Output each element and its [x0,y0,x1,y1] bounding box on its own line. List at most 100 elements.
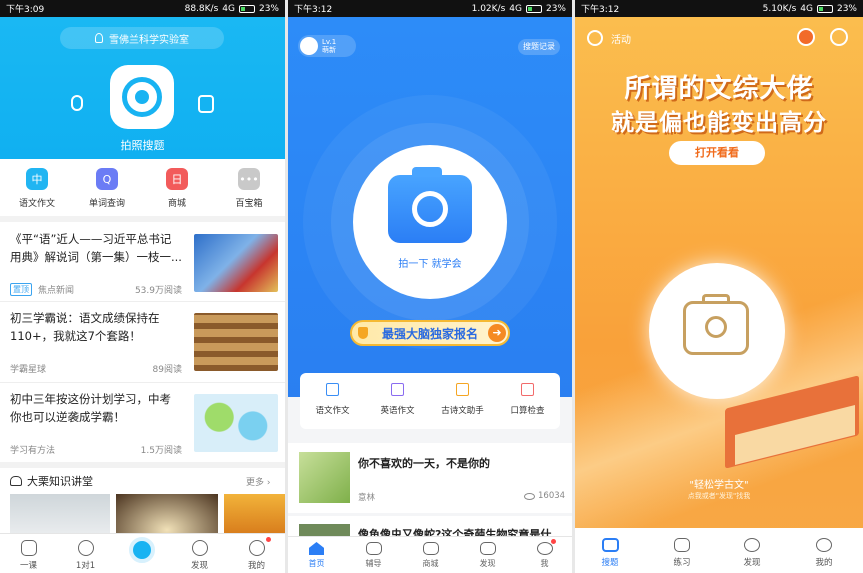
news-source: 学霸星球 [10,365,47,375]
quick-item-words[interactable]: Q 单词查询 [77,168,137,209]
tab-label: 一课 [19,561,37,571]
status-bar: 下午3:12 1.02K/s 4G 23% [288,0,572,17]
level-value: Lv.1 [322,38,337,46]
tab-me[interactable]: 我的 [799,538,849,568]
camera-icon [683,294,749,355]
camera-button[interactable] [110,65,174,129]
planet-icon [744,538,760,552]
tab-label: 辅导 [365,559,382,568]
news-image [194,234,278,292]
camera-icon [388,167,472,243]
tab-label: 搜题 [601,558,619,568]
search-header: Lv.1 萌新 搜题记录 拍一下 就学会 最强大脑独家报名 ➜ [288,17,572,397]
feed-item[interactable]: 你不喜欢的一天，不是你的 意林 16034 [288,443,572,513]
tab-me[interactable]: 我 [516,542,572,569]
badge-icon[interactable] [797,28,815,46]
screen-2: 下午3:12 1.02K/s 4G 23% Lv.1 萌新 搜题记录 拍一下 就… [288,0,572,573]
tab-search[interactable]: 搜题 [585,538,635,568]
battery-icon [238,4,255,13]
flower-icon [587,30,603,46]
news-title: 初三学霸说：语文成绩保持在110+，我就这7个套路！ [10,311,160,343]
camera-button[interactable]: 拍一下 就学会 [353,145,507,299]
quick-label: 百宝箱 [235,199,263,209]
tab-discover[interactable]: 发现 [459,542,516,569]
news-image [194,394,278,452]
tool-label: 英语作文 [380,406,415,416]
telescope-icon [479,542,496,555]
news-source: 学习有方法 [10,446,56,456]
news-reads: 89阅读 [152,365,182,375]
section-header: 大栗知识讲堂 [10,473,93,489]
tool-arithmetic[interactable]: 口算检查 [495,383,560,416]
news-item[interactable]: 《平“语”近人——习近平总书记用典》解说词（第一集）一枝一... 置顶 焦点新闻… [10,226,278,300]
bulb-icon [95,33,103,43]
tab-me[interactable]: 我的 [228,540,285,571]
status-battery: 23% [836,3,857,14]
tab-one-on-one[interactable]: 1对1 [57,540,114,571]
letter-icon [391,383,404,396]
open-button[interactable]: 打开看看 [669,141,765,165]
tool-label: 古诗文助手 [441,406,484,416]
microphone-icon[interactable] [71,95,83,111]
status-network: 4G [800,3,813,14]
status-time: 下午3:12 [581,5,620,15]
headline-2: 就是偏也能变出高分 [611,109,827,136]
tab-label: 发现 [743,558,761,568]
tab-camera-search[interactable] [129,537,155,563]
camera-label: 拍照搜题 [120,139,165,152]
tab-lesson[interactable]: 一课 [0,540,57,571]
video-icon [365,542,382,555]
more-label: 更多 [246,478,265,488]
feed-author: 意林 [358,493,376,503]
tab-practice[interactable]: 练习 [657,538,707,568]
tab-label: 练习 [673,558,691,568]
news-item[interactable]: 初中三年按这份计划学习，中考你也可以逆袭成学霸！ 学习有方法 1.5万阅读 [10,386,278,460]
tab-label: 1对1 [75,561,96,571]
tab-mall[interactable]: 商城 [402,542,459,569]
section-more-link[interactable]: 更多 › [246,475,270,488]
news-item[interactable]: 初三学霸说：语文成绩保持在110+，我就这7个套路！ 学霸星球 89阅读 [10,305,278,379]
search-word-icon: Q [96,168,118,190]
feed-item[interactable]: 像鱼像虫又像蛇?这个奇葩生物究竟是什 [288,516,572,541]
course-thumbnail[interactable] [224,494,285,534]
quick-item-composition[interactable]: 中 语文作文 [7,168,67,209]
news-meta: 学霸星球 89阅读 [10,362,182,375]
tool-composition[interactable]: 语文作文 [300,383,365,416]
search-history-button[interactable]: 搜题记录 [518,39,560,55]
tutor-icon [77,540,94,556]
tool-card: 语文作文 英语作文 古诗文助手 口算检查 [300,373,560,429]
battery-icon [816,4,833,13]
lab-label: 雪佛兰科学实验室 [109,34,189,46]
quick-item-toolbox[interactable]: ••• 百宝箱 [219,168,279,209]
tab-discover[interactable]: 发现 [171,540,228,571]
tab-discover[interactable]: 发现 [727,538,777,568]
quick-item-mall[interactable]: 日 商城 [147,168,207,209]
status-battery: 23% [545,3,566,14]
course-thumbnail[interactable] [10,494,110,534]
document-scan-icon[interactable] [198,95,214,113]
headline-1: 所谓的文综大佬 [624,74,814,104]
status-network: 4G [222,3,235,14]
tab-tutoring[interactable]: 辅导 [345,542,402,569]
level-text: Lv.1 萌新 [322,38,336,54]
activity-button[interactable]: 活动 [587,30,631,46]
book-icon [456,383,469,396]
camera-button[interactable] [649,263,785,399]
clock-icon[interactable] [830,28,848,46]
feed-image [299,452,350,503]
promo-banner[interactable]: 最强大脑独家报名 ➜ [350,320,510,346]
quick-label: 语文作文 [18,199,55,209]
level-badge[interactable]: Lv.1 萌新 [298,35,356,57]
notification-dot [266,537,271,542]
tab-home[interactable]: 首页 [288,542,345,569]
tool-english[interactable]: 英语作文 [365,383,430,416]
news-reads: 1.5万阅读 [140,446,182,456]
battery-icon [525,4,542,13]
document-icon [326,383,339,396]
lab-banner[interactable]: 雪佛兰科学实验室 [60,27,224,49]
course-thumbnail[interactable] [116,494,218,534]
screen-3: 下午3:12 5.10K/s 4G 23% 活动 所谓的文综大佬 就是偏也能变出… [575,0,863,573]
news-title: 初中三年按这份计划学习，中考你也可以逆袭成学霸！ [10,392,171,424]
screen-1: 下午3:09 88.8K/s 4G 23% 雪佛兰科学实验室 拍照搜题 中 语文… [0,0,285,573]
tool-poetry[interactable]: 古诗文助手 [430,383,495,416]
